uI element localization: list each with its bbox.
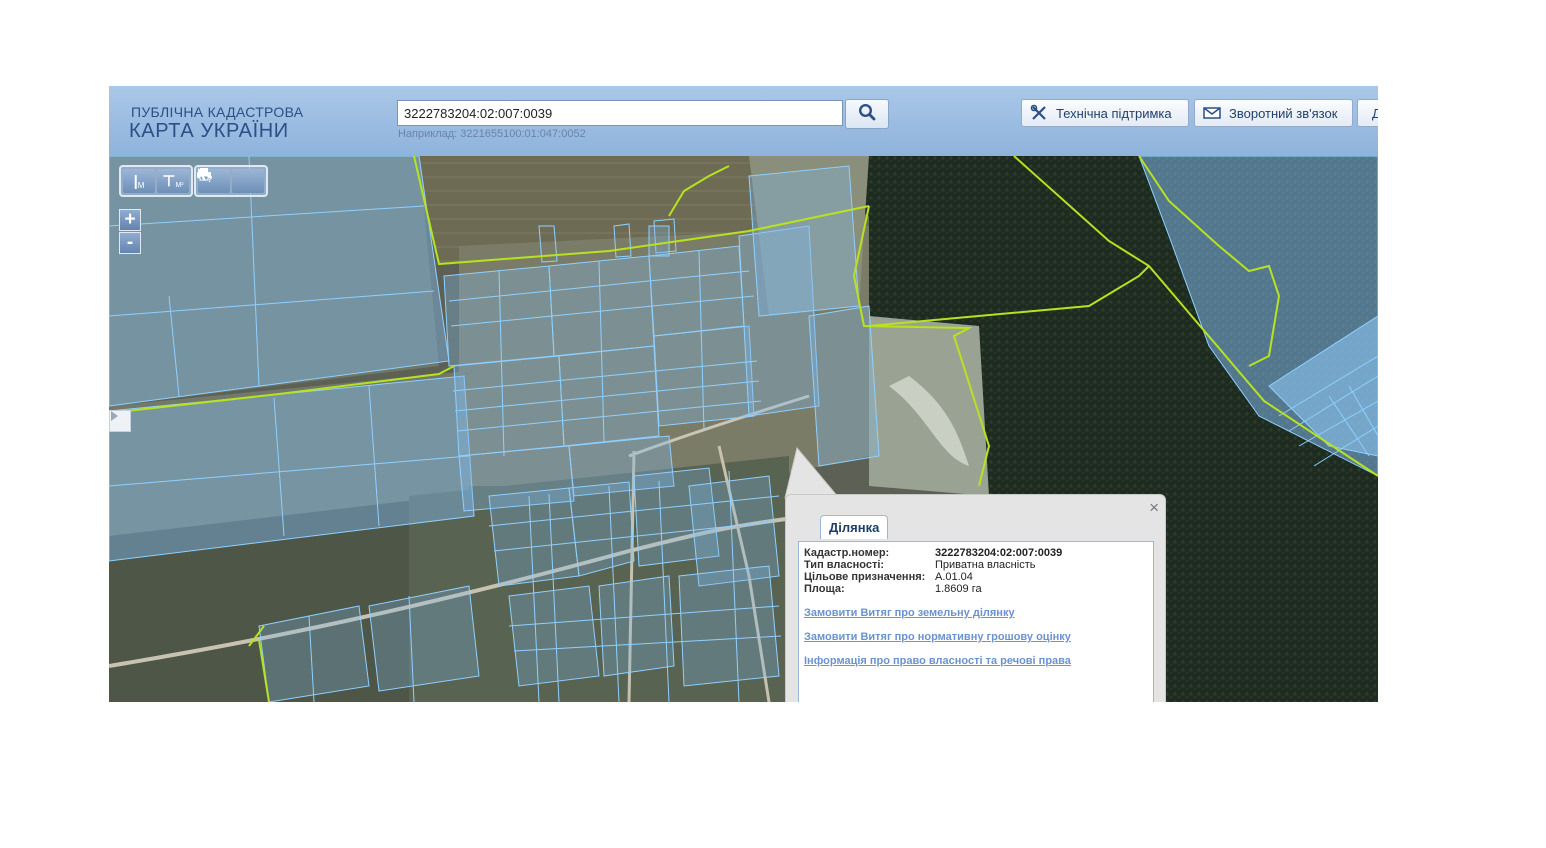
measure-area-button[interactable]: ⊤ М² [157, 169, 189, 193]
field-label: Тип власності: [804, 559, 885, 571]
support-button[interactable]: Технічна підтримка [1021, 99, 1189, 127]
field-purpose: Цільове призначення: А.01.04 [804, 571, 973, 583]
field-value: А.01.04 [935, 571, 973, 583]
side-panel-toggle[interactable] [109, 410, 131, 432]
parcel-info: Кадастр.номер: 3222783204:02:007:0039 Тип… [798, 541, 1154, 702]
measure-area-unit: М² [175, 181, 184, 189]
support-label: Технічна підтримка [1056, 105, 1172, 121]
field-value: 3222783204:02:007:0039 [935, 547, 1063, 559]
parcel-popup: × Ділянка Кадастр.номер: 3222783204:02:00… [785, 494, 1166, 702]
measure-distance-button[interactable]: | М [123, 169, 155, 193]
close-icon[interactable]: × [1149, 499, 1159, 517]
search-hint: Наприклад: 3221655100:01:047:0052 [398, 128, 586, 140]
feedback-label: Зворотний зв'язок [1229, 105, 1338, 121]
field-area: Площа: 1.8609 га [804, 583, 982, 595]
map-canvas[interactable]: | М ⊤ М² ? + - × Ділянка Кадастр.номер: … [109, 156, 1378, 702]
order-valuation-extract-link[interactable]: Замовити Витяг про нормативну грошову оц… [804, 631, 1071, 643]
search-input[interactable] [397, 100, 843, 126]
field-ownership-type: Тип власності: Приватна власність [804, 559, 1035, 571]
field-cadastral-number: Кадастр.номер: 3222783204:02:007:0039 [804, 547, 1062, 559]
header: ПУБЛІЧНА КАДАСТРОВА КАРТА УКРАЇНИ Наприк… [109, 86, 1378, 157]
more-label: Д [1372, 106, 1378, 121]
measure-tools: | М ⊤ М² [119, 165, 193, 197]
field-label: Цільове призначення: [804, 571, 926, 583]
field-value: 1.8609 га [935, 583, 982, 595]
search-icon [858, 103, 876, 126]
tools-icon [1030, 104, 1048, 122]
search-button[interactable] [845, 99, 889, 129]
svg-text:?: ? [207, 174, 213, 183]
cadastral-map-app: ПУБЛІЧНА КАДАСТРОВА КАРТА УКРАЇНИ Наприк… [109, 86, 1378, 702]
print-info-tools: ? [194, 165, 268, 197]
more-button[interactable]: Д [1357, 99, 1378, 127]
feedback-button[interactable]: Зворотний зв'язок [1194, 99, 1353, 127]
logo-title-main: КАРТА УКРАЇНИ [129, 120, 289, 142]
satellite-layer [109, 156, 1378, 702]
field-label: Кадастр.номер: [804, 547, 890, 559]
field-value: Приватна власність [935, 559, 1036, 571]
area-ruler-icon: ⊤ [162, 173, 176, 190]
field-label: Площа: [804, 583, 845, 595]
envelope-icon [1203, 106, 1221, 120]
tab-parcel[interactable]: Ділянка [820, 515, 889, 539]
ownership-info-link[interactable]: Інформація про право власності та речові… [804, 655, 1071, 667]
identify-button[interactable]: ? [198, 168, 264, 193]
logo-title-top: ПУБЛІЧНА КАДАСТРОВА [131, 104, 304, 120]
zoom-out-button[interactable]: - [119, 232, 141, 254]
zoom-in-button[interactable]: + [119, 209, 141, 231]
measure-unit: М [137, 180, 145, 190]
order-parcel-extract-link[interactable]: Замовити Витяг про земельну ділянку [804, 607, 1015, 619]
